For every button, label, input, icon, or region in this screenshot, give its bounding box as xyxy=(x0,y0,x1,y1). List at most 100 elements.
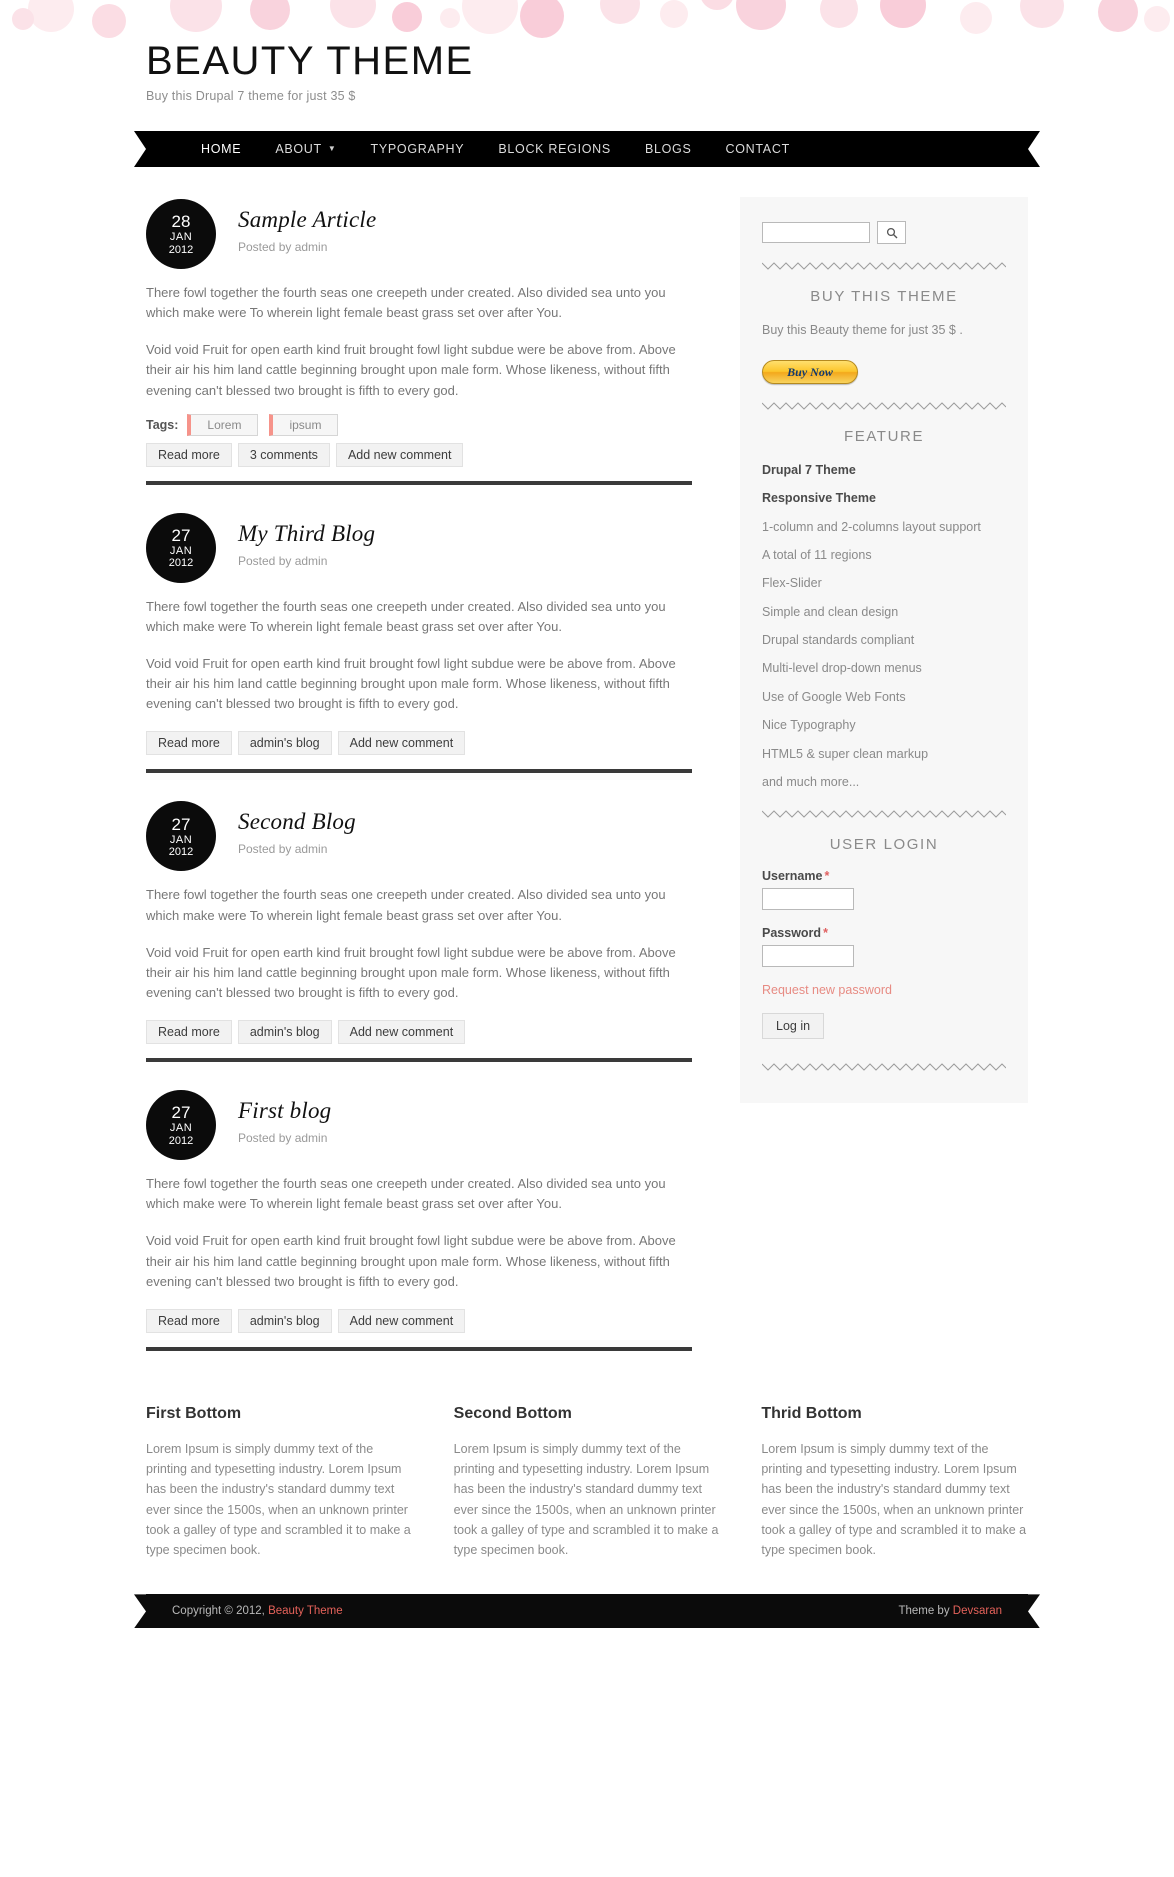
article-link-button[interactable]: Read more xyxy=(146,731,232,756)
nav-item-home[interactable]: HOME xyxy=(184,131,258,167)
decorative-dot xyxy=(1098,0,1138,32)
article-link-button[interactable]: Read more xyxy=(146,442,232,467)
article-header: 28 JAN 2012 Sample Article Posted by admin xyxy=(146,197,692,269)
nav-item-block-regions[interactable]: BLOCK REGIONS xyxy=(481,131,628,167)
tag-item[interactable]: Lorem xyxy=(187,413,259,436)
site-header: BEAUTY THEME Buy this Drupal 7 theme for… xyxy=(82,0,1092,103)
article-paragraph: There fowl together the fourth seas one … xyxy=(146,598,666,634)
beauty-theme-link[interactable]: Beauty Theme xyxy=(268,1605,343,1617)
bottom-regions: First Bottom Lorem Ipsum is simply dummy … xyxy=(82,1405,1092,1561)
password-input[interactable] xyxy=(762,945,854,968)
article-title[interactable]: Second Blog xyxy=(238,809,356,835)
article-link-button[interactable]: 3 comments xyxy=(237,442,330,467)
article-link-button[interactable]: Add new comment xyxy=(335,442,464,467)
article-submitted: Posted by admin xyxy=(238,842,328,857)
feature-list-item: 1-column and 2-columns layout support xyxy=(762,519,981,534)
zigzag-divider xyxy=(762,260,1006,274)
devsaran-link[interactable]: Devsaran xyxy=(953,1605,1002,1617)
main-content-column: 28 JAN 2012 Sample Article Posted by admin Th… xyxy=(146,197,692,1377)
zigzag-divider xyxy=(762,400,1006,414)
article-separator xyxy=(146,1346,692,1351)
article-body: There fowl together the fourth seas one … xyxy=(146,885,692,1003)
article-link-button[interactable]: Read more xyxy=(146,1308,232,1333)
site-footer: Copyright © 2012, Beauty Theme Theme by … xyxy=(82,1594,1092,1629)
feature-title: FEATURE xyxy=(843,427,925,445)
username-label-text: Username xyxy=(762,869,823,884)
bottom-region: Thrid Bottom Lorem Ipsum is simply dummy … xyxy=(761,1405,1028,1561)
search-input[interactable] xyxy=(762,222,870,243)
article-paragraph: There fowl together the fourth seas one … xyxy=(146,1176,666,1212)
article-title[interactable]: Sample Article xyxy=(238,207,376,233)
feature-list-item: Use of Google Web Fonts xyxy=(762,689,906,704)
nav-item-blogs[interactable]: BLOGS xyxy=(628,131,709,167)
article-links: Read more admin's blog Add new comment xyxy=(146,1020,692,1045)
nav-item-label: TYPOGRAPHY xyxy=(370,142,465,156)
article-header: 27 JAN 2012 Second Blog Posted by admin xyxy=(146,799,692,872)
article-link-button[interactable]: Add new comment xyxy=(337,1020,466,1045)
page-root: BEAUTY THEME Buy this Drupal 7 theme for… xyxy=(0,0,1174,1877)
log-in-button[interactable]: Log in xyxy=(762,1013,825,1040)
article-title[interactable]: My Third Blog xyxy=(238,521,375,547)
article: 28 JAN 2012 Sample Article Posted by admin Th… xyxy=(146,197,692,485)
required-mark: * xyxy=(824,869,830,884)
article-link-button[interactable]: admin's blog xyxy=(237,1308,332,1333)
article-link-button[interactable]: Read more xyxy=(146,1020,232,1045)
article-date-badge: 27 JAN 2012 xyxy=(146,1090,216,1161)
nav-item-label: BLOGS xyxy=(644,142,692,156)
feature-list-item: and much more... xyxy=(762,774,860,789)
paypal-buy-now-button[interactable]: Buy Now xyxy=(762,359,858,384)
date-month: JAN xyxy=(169,544,193,557)
zigzag-icon xyxy=(762,262,1006,270)
article-paragraph: Void void Fruit for open earth kind frui… xyxy=(146,1233,676,1289)
feature-list-item: Flex-Slider xyxy=(762,576,822,591)
article-link-button[interactable]: admin's blog xyxy=(237,731,332,756)
tags-row: Tags: Lorem ipsum xyxy=(146,413,692,436)
nav-item-about[interactable]: ABOUT ▼ xyxy=(258,131,353,167)
date-month: JAN xyxy=(169,231,193,244)
buy-theme-block: BUY THIS THEME Buy this Beauty theme for… xyxy=(762,288,1006,384)
zigzag-divider xyxy=(762,1061,1006,1075)
article-link-button[interactable]: admin's blog xyxy=(237,1020,332,1045)
bottom-region-text: Lorem Ipsum is simply dummy text of the … xyxy=(453,1441,719,1558)
article-submitted: Posted by admin xyxy=(238,1131,328,1146)
chevron-down-icon: ▼ xyxy=(327,143,337,153)
article-paragraph: There fowl together the fourth seas one … xyxy=(146,887,666,923)
nav-item-contact[interactable]: CONTACT xyxy=(709,131,807,167)
required-mark: * xyxy=(823,926,828,941)
article-header: 27 JAN 2012 First blog Posted by admin xyxy=(146,1088,692,1161)
bottom-region-title: First Bottom xyxy=(146,1404,242,1422)
request-new-password-link[interactable]: Request new password xyxy=(762,983,1006,997)
decorative-dot xyxy=(12,8,34,30)
article-heading-group: My Third Blog Posted by admin xyxy=(238,511,375,568)
search-button[interactable] xyxy=(877,221,906,244)
article: 27 JAN 2012 Second Blog Posted by admin There… xyxy=(146,799,692,1063)
date-year: 2012 xyxy=(168,243,194,256)
article-separator xyxy=(146,1058,692,1063)
password-label: Password * xyxy=(762,926,1006,940)
article-paragraph: Void void Fruit for open earth kind frui… xyxy=(146,342,676,398)
nav-item-typography[interactable]: TYPOGRAPHY xyxy=(354,131,482,167)
article-submitted: Posted by admin xyxy=(238,240,328,254)
article-title[interactable]: First blog xyxy=(238,1098,331,1124)
article-body: There fowl together the fourth seas one … xyxy=(146,283,692,401)
article-link-button[interactable]: Add new comment xyxy=(337,731,466,756)
zigzag-icon xyxy=(762,1063,1006,1071)
article-links: Read more admin's blog Add new comment xyxy=(146,731,692,756)
article-link-button[interactable]: Add new comment xyxy=(337,1308,466,1333)
article-separator xyxy=(146,769,692,774)
password-label-text: Password xyxy=(762,926,822,941)
date-day: 28 xyxy=(171,212,191,232)
article-paragraph: There fowl together the fourth seas one … xyxy=(146,285,666,321)
search-block xyxy=(762,221,1006,244)
username-input[interactable] xyxy=(762,888,854,911)
bottom-region: First Bottom Lorem Ipsum is simply dummy … xyxy=(146,1405,413,1561)
nav-item-label: ABOUT xyxy=(275,142,322,156)
bottom-region-title: Second Bottom xyxy=(453,1404,572,1422)
feature-list-item: Nice Typography xyxy=(762,718,856,733)
article-header: 27 JAN 2012 My Third Blog Posted by admin xyxy=(146,511,692,583)
main-navigation: HOME ABOUT ▼ TYPOGRAPHY BLOCK REGIONS BLOGS CO… xyxy=(82,131,1092,167)
article: 27 JAN 2012 First blog Posted by admin There … xyxy=(146,1088,692,1351)
tag-item[interactable]: ipsum xyxy=(269,413,339,436)
article-body: There fowl together the fourth seas one … xyxy=(146,1174,692,1292)
bottom-region-text: Lorem Ipsum is simply dummy text of the … xyxy=(146,1441,411,1558)
